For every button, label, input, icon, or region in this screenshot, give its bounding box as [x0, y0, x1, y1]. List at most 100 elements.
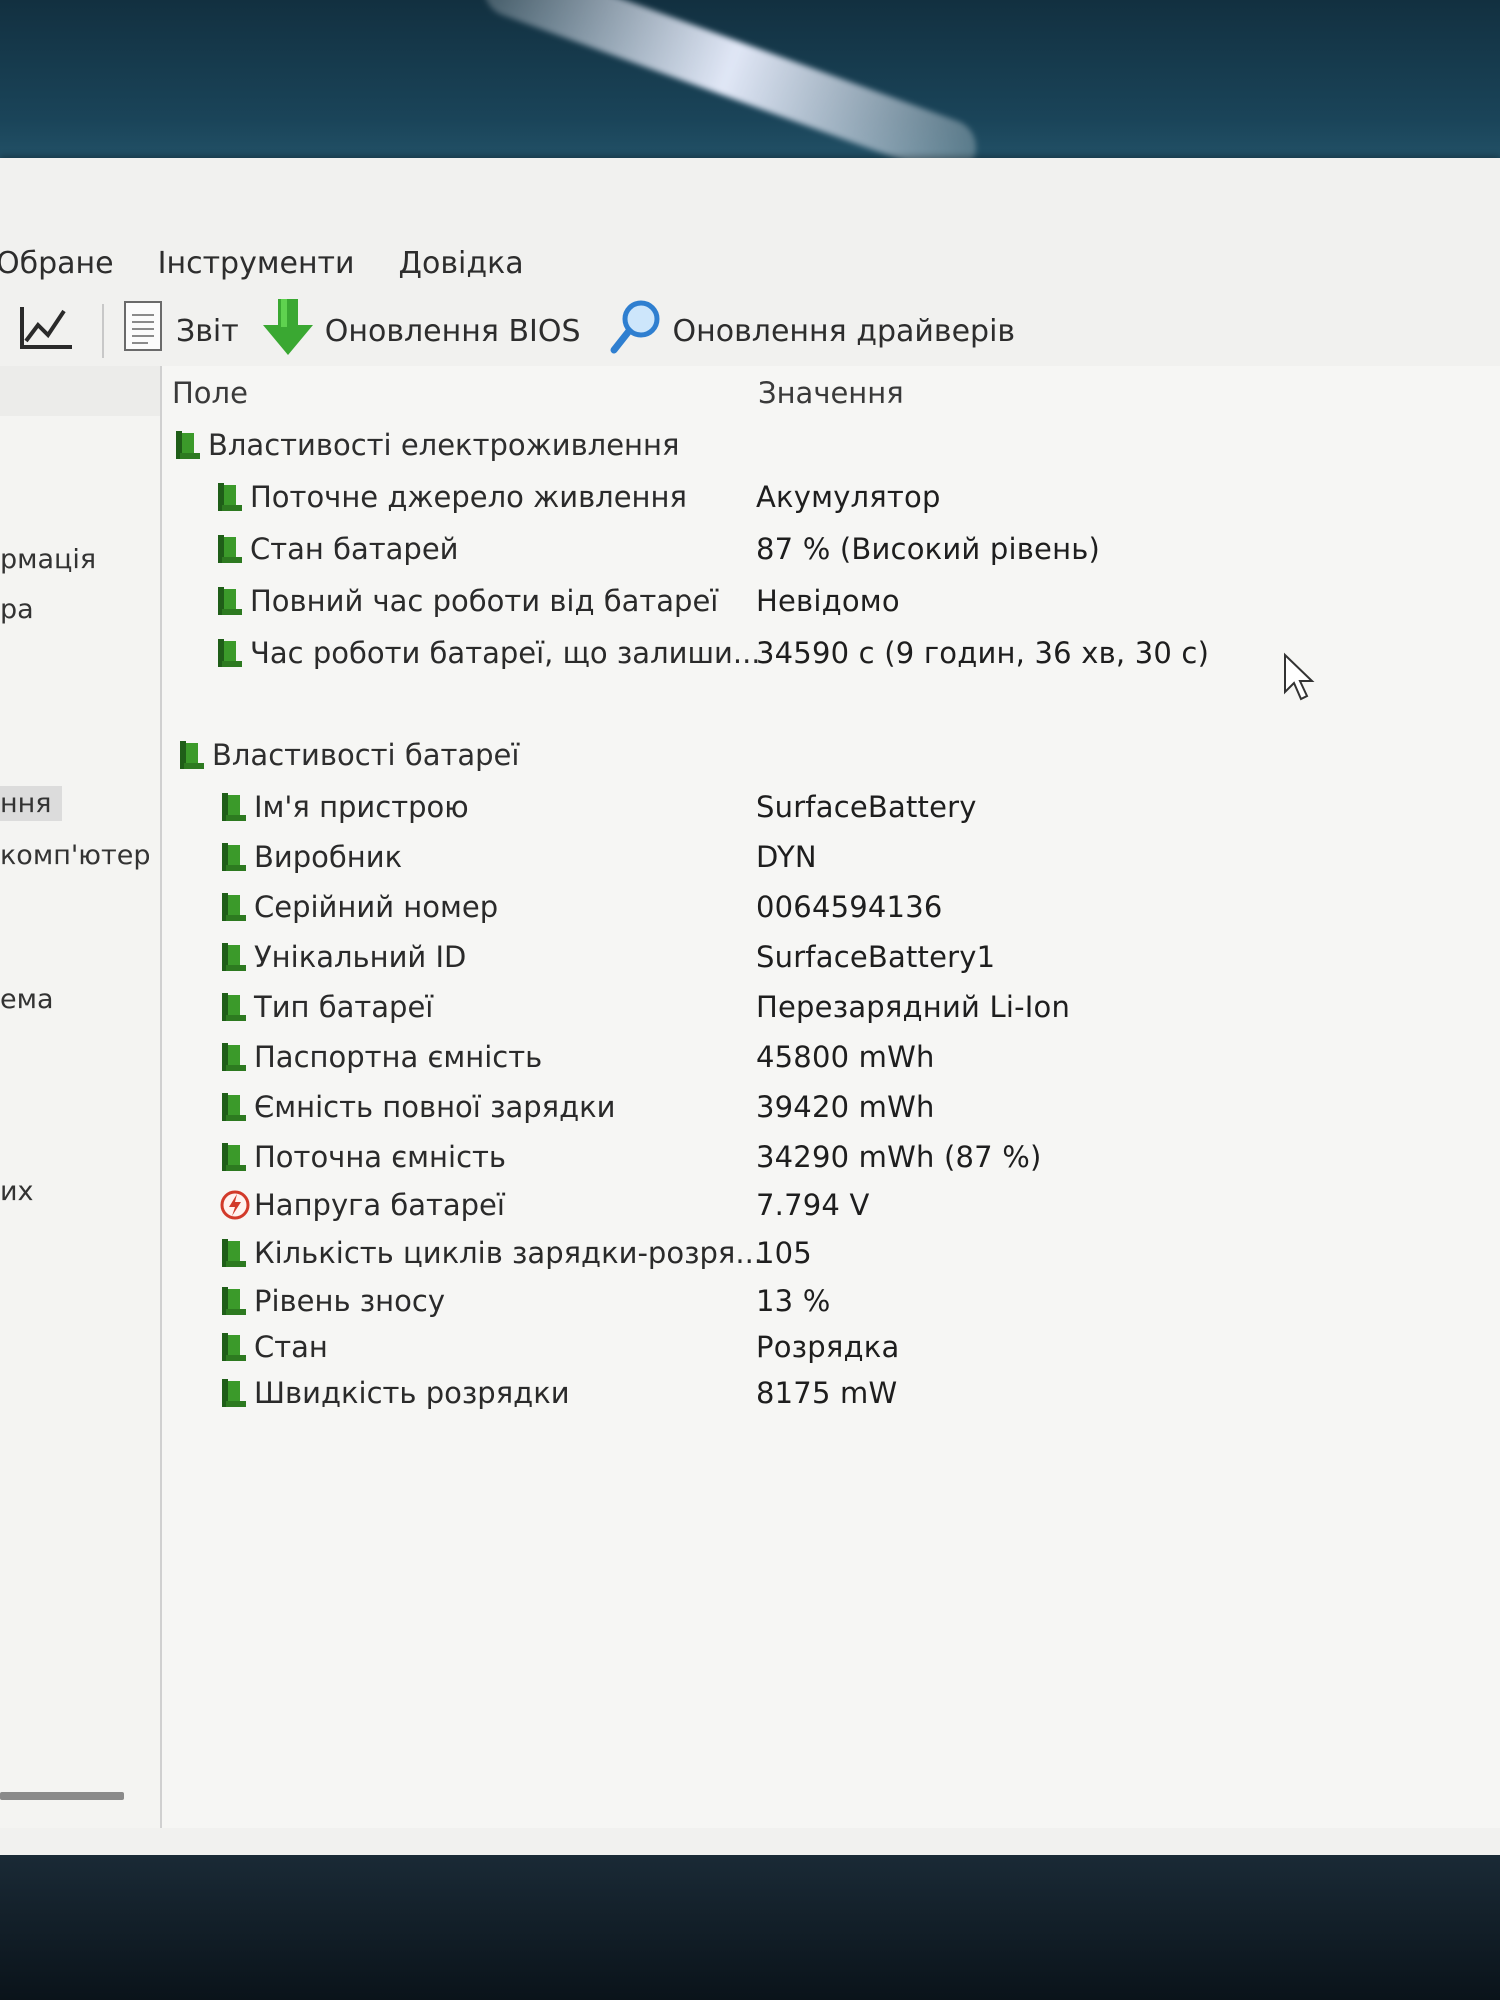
report-label: Звіт	[176, 313, 239, 349]
field-value: Невідомо	[756, 584, 900, 618]
battery-icon	[216, 637, 244, 669]
list-item[interactable]: Ємність повної зарядки 39420 mWh	[162, 1090, 1500, 1132]
download-arrow-icon	[261, 297, 315, 365]
field-value: 13 %	[756, 1284, 831, 1318]
group-battery-properties[interactable]: Властивості батареї	[162, 738, 1500, 780]
nav-item-system[interactable]: ема	[0, 984, 54, 1015]
battery-icon	[220, 1141, 248, 1173]
list-item[interactable]: Стан Розрядка	[162, 1330, 1500, 1372]
nav-item-computer[interactable]: комп'ютер	[0, 840, 150, 871]
battery-icon	[220, 1377, 248, 1409]
field-label: Напруга батареї	[254, 1188, 505, 1222]
field-label: Ємність повної зарядки	[254, 1090, 616, 1124]
list-item[interactable]: Кількість циклів зарядки-розря... 105	[162, 1236, 1500, 1278]
battery-icon	[220, 1285, 248, 1317]
battery-icon	[178, 739, 206, 771]
nav-item-info[interactable]: рмація	[0, 544, 96, 575]
list-item[interactable]: Швидкість розрядки 8175 mW	[162, 1376, 1500, 1418]
list-item[interactable]: Серійний номер 0064594136	[162, 890, 1500, 932]
column-field-header[interactable]: Поле	[172, 376, 248, 410]
list-item[interactable]: Паспортна ємність 45800 mWh	[162, 1040, 1500, 1082]
search-icon	[609, 299, 663, 363]
report-icon	[122, 299, 166, 363]
list-item[interactable]: Ім'я пристрою SurfaceBattery	[162, 790, 1500, 832]
nav-horizontal-scrollbar[interactable]	[0, 1792, 124, 1800]
field-value: 45800 mWh	[756, 1040, 935, 1074]
nav-item-selected[interactable]: ння	[0, 786, 62, 821]
field-value: 87 % (Високий рівень)	[756, 532, 1101, 566]
battery-icon	[216, 533, 244, 565]
benchmark-button[interactable]	[18, 301, 74, 361]
bios-update-button[interactable]: Оновлення BIOS	[261, 297, 581, 365]
field-value: 34290 mWh (87 %)	[756, 1140, 1042, 1174]
nav-item-partial[interactable]: ра	[0, 594, 34, 625]
list-item[interactable]: Напруга батареї 7.794 V	[162, 1188, 1500, 1230]
nav-item-other[interactable]: их	[0, 1176, 34, 1207]
toolbar: Звіт Оновлення BIOS Оновлення драйверів	[0, 296, 1500, 366]
field-label: Поточна ємність	[254, 1140, 507, 1174]
menu-tools[interactable]: Інструменти	[158, 246, 355, 281]
battery-icon	[216, 481, 244, 513]
battery-icon	[174, 429, 202, 461]
column-header: Поле Значення	[162, 366, 1500, 416]
list-item[interactable]: Повний час роботи від батареї Невідомо	[162, 584, 1500, 626]
menu-help[interactable]: Довідка	[399, 246, 524, 281]
battery-icon	[220, 891, 248, 923]
navigation-pane[interactable]: рмація ра ння комп'ютер ема их	[0, 366, 162, 1828]
group-title: Властивості батареї	[212, 738, 520, 772]
field-label: Тип батареї	[254, 990, 434, 1024]
properties-list: Поле Значення Властивості електроживленн…	[162, 366, 1500, 1828]
field-label: Стан	[254, 1330, 328, 1364]
column-value-header[interactable]: Значення	[758, 376, 904, 410]
field-value: SurfaceBattery1	[756, 940, 996, 974]
group-power-properties[interactable]: Властивості електроживлення	[162, 428, 1500, 470]
driver-update-button[interactable]: Оновлення драйверів	[609, 299, 1015, 363]
battery-icon	[220, 841, 248, 873]
list-item[interactable]: Виробник DYN	[162, 840, 1500, 882]
field-label: Унікальний ID	[254, 940, 467, 974]
menu-favorites[interactable]: Обране	[0, 246, 114, 281]
list-item[interactable]: Поточне джерело живлення Акумулятор	[162, 480, 1500, 522]
field-label: Паспортна ємність	[254, 1040, 543, 1074]
mouse-cursor-icon	[1282, 652, 1318, 708]
voltage-icon	[220, 1189, 250, 1221]
report-button[interactable]: Звіт	[122, 299, 239, 363]
list-item[interactable]: Рівень зносу 13 %	[162, 1284, 1500, 1326]
battery-icon	[220, 1237, 248, 1269]
list-item[interactable]: Унікальний ID SurfaceBattery1	[162, 940, 1500, 982]
field-value: 34590 с (9 годин, 36 хв, 30 с)	[756, 636, 1210, 670]
field-label: Рівень зносу	[254, 1284, 445, 1318]
field-value: 0064594136	[756, 890, 943, 924]
field-label: Повний час роботи від батареї	[250, 584, 719, 618]
list-item[interactable]: Тип батареї Перезарядний Li-Ion	[162, 990, 1500, 1032]
field-value: Перезарядний Li-Ion	[756, 990, 1071, 1024]
nav-header	[0, 366, 160, 416]
battery-icon	[216, 585, 244, 617]
battery-icon	[220, 941, 248, 973]
field-label: Серійний номер	[254, 890, 499, 924]
field-label: Стан батарей	[250, 532, 459, 566]
list-item[interactable]: Стан батарей 87 % (Високий рівень)	[162, 532, 1500, 574]
background-bottom	[0, 1855, 1500, 2000]
field-label: Час роботи батареї, що залиши...	[250, 636, 761, 670]
battery-icon	[220, 1091, 248, 1123]
chart-icon	[18, 301, 74, 361]
field-value: Розрядка	[756, 1330, 900, 1364]
app-window: Обране Інструменти Довідка Звіт Оновленн…	[0, 158, 1500, 1858]
field-value: 39420 mWh	[756, 1090, 935, 1124]
menu-bar: Обране Інструменти Довідка	[0, 240, 1500, 286]
bios-update-label: Оновлення BIOS	[324, 313, 581, 349]
field-label: Ім'я пристрою	[254, 790, 469, 824]
field-value: 7.794 V	[756, 1188, 870, 1222]
list-item[interactable]: Поточна ємність 34290 mWh (87 %)	[162, 1140, 1500, 1182]
field-label: Поточне джерело живлення	[250, 480, 687, 514]
battery-icon	[220, 791, 248, 823]
field-value: 105	[756, 1236, 812, 1270]
battery-icon	[220, 1041, 248, 1073]
battery-icon	[220, 991, 248, 1023]
toolbar-separator	[102, 304, 104, 358]
group-title: Властивості електроживлення	[208, 428, 680, 462]
field-value: SurfaceBattery	[756, 790, 977, 824]
field-value: 8175 mW	[756, 1376, 898, 1410]
field-value: DYN	[756, 840, 817, 874]
